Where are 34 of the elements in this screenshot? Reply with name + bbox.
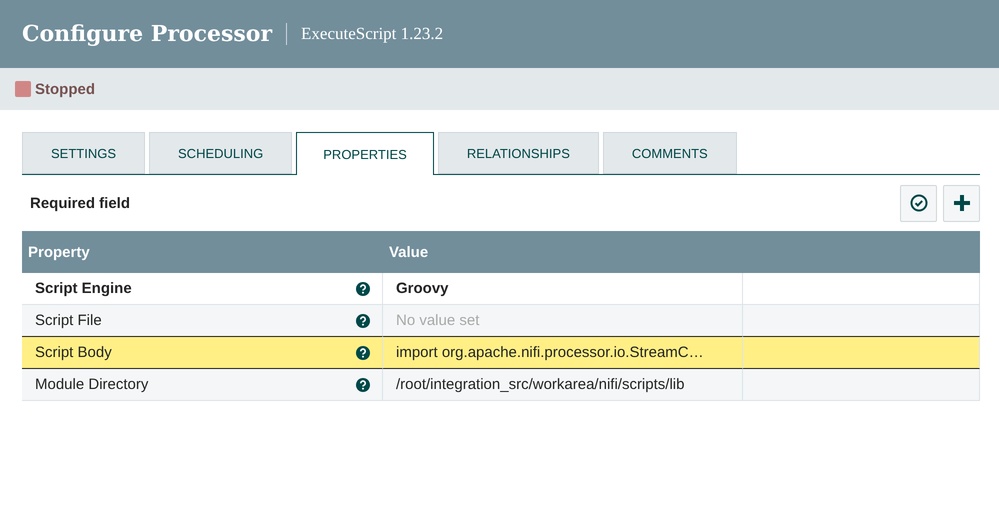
property-value: import org.apache.nifi.processor.io.StreamC… xyxy=(396,344,704,361)
property-value: Groovy xyxy=(396,280,449,297)
tab[interactable]: SETTINGS xyxy=(22,132,146,174)
table-cell[interactable]: Script Body xyxy=(22,336,383,369)
processor-type: ExecuteScript 1.23.2 xyxy=(301,24,444,44)
tab[interactable]: PROPERTIES xyxy=(296,132,434,175)
table-cell[interactable]: import org.apache.nifi.processor.io.StreamC… xyxy=(383,336,743,369)
property-name: Module Directory xyxy=(35,376,148,393)
table-cell[interactable]: /root/integration_src/workarea/nifi/scripts/lib xyxy=(383,369,743,401)
add-property-button[interactable] xyxy=(943,184,980,222)
help-icon[interactable] xyxy=(356,346,370,360)
tab[interactable]: RELATIONSHIPS xyxy=(438,132,599,174)
property-name: Script File xyxy=(35,312,102,329)
help-icon[interactable] xyxy=(356,314,370,328)
property-value: No value set xyxy=(396,312,480,329)
status-label: Stopped xyxy=(35,80,95,98)
help-icon[interactable] xyxy=(356,282,370,296)
property-name: Script Body xyxy=(35,344,112,361)
plus-icon xyxy=(952,194,970,212)
check-circle-icon xyxy=(910,194,928,212)
property-name: Script Engine xyxy=(35,280,132,297)
verify-button[interactable] xyxy=(900,184,937,222)
dialog-title: Configure Processor xyxy=(22,21,272,47)
table-cell[interactable]: Script Engine xyxy=(22,273,383,305)
property-value: /root/integration_src/workarea/nifi/scripts/lib xyxy=(396,376,684,393)
table-cell[interactable]: Script File xyxy=(22,305,383,337)
table-cell[interactable]: Module Directory xyxy=(22,369,383,401)
table-cell[interactable]: Groovy xyxy=(383,273,743,305)
tab[interactable]: COMMENTS xyxy=(602,132,737,174)
column-header: Value xyxy=(383,231,743,273)
column-header: Property xyxy=(22,231,383,273)
required-field-note: Required field xyxy=(29,194,130,212)
tab[interactable]: SCHEDULING xyxy=(149,132,292,174)
help-icon[interactable] xyxy=(356,378,370,392)
